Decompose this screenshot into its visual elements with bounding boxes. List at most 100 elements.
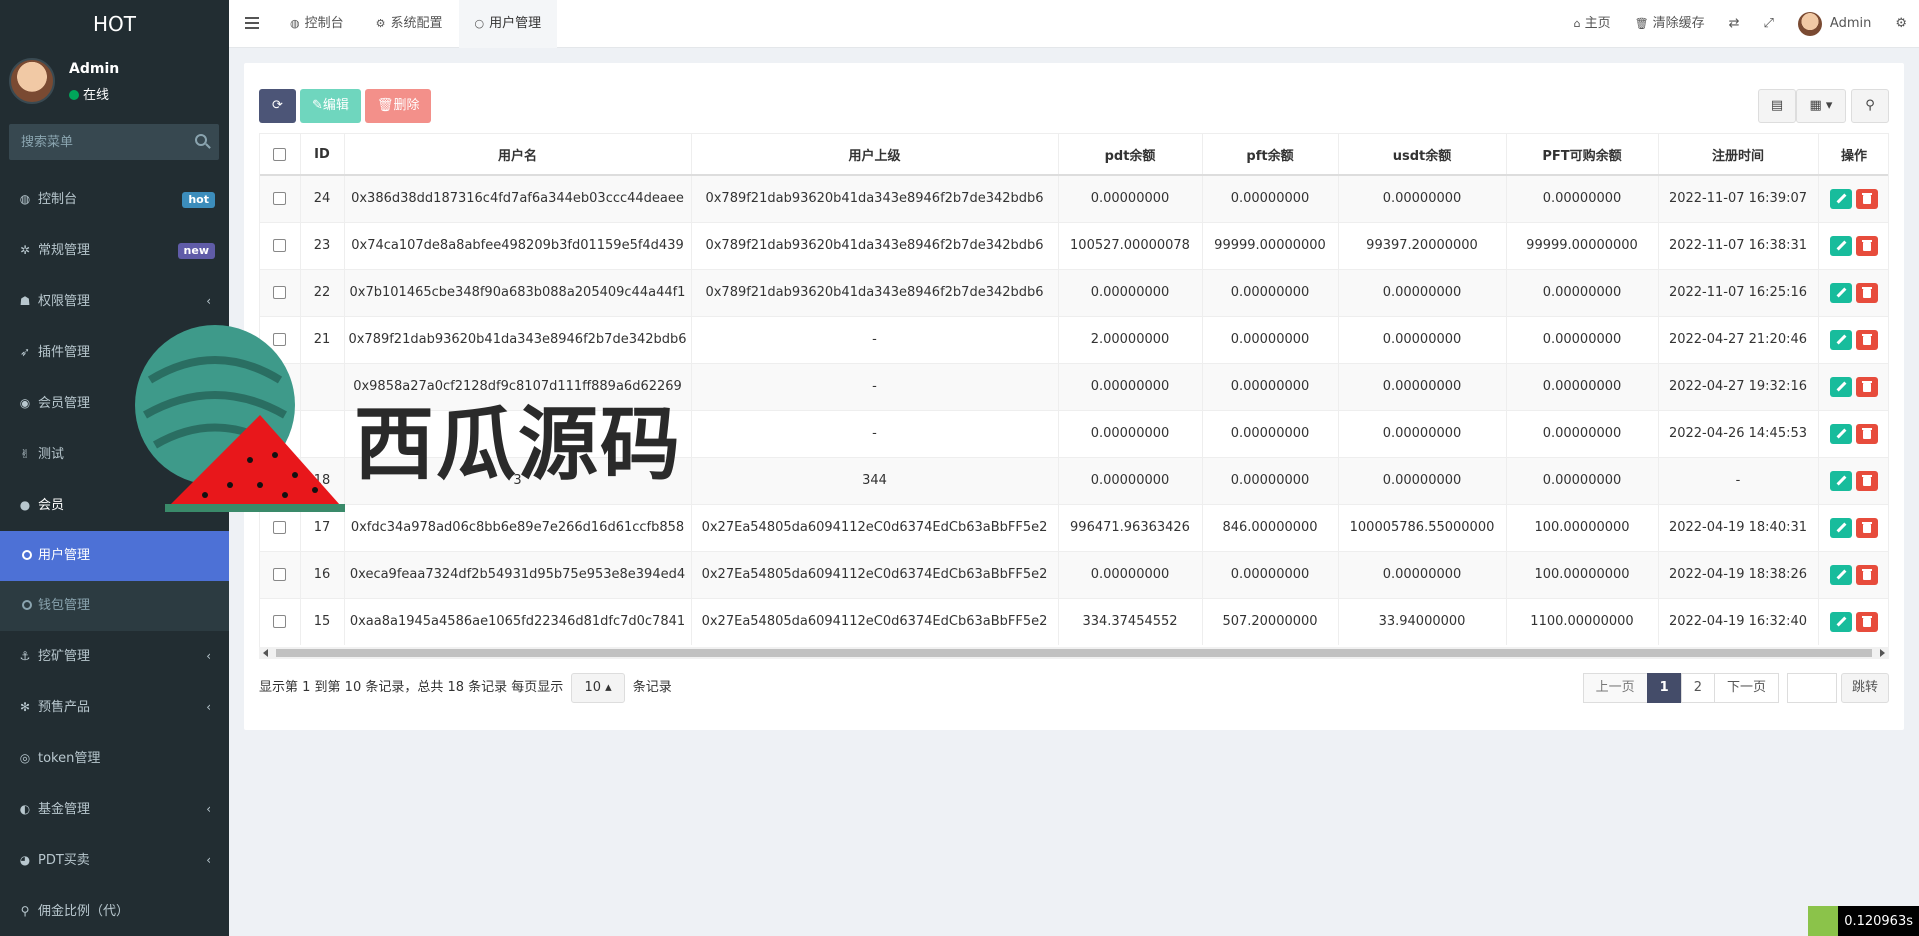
table-row[interactable]: 18 3 344 0.00000000 0.00000000 0.00000000 0.00… <box>260 456 1888 504</box>
sidebar-item-wallet-manage[interactable]: 钱包管理 <box>0 581 229 631</box>
checkbox[interactable] <box>273 380 287 393</box>
table-row[interactable]: 17 0xfdc34a978ad06c8bb6e89e7e266d16d61ccf… <box>260 503 1888 551</box>
fullscreen-button[interactable]: ⤢ <box>1752 0 1786 48</box>
row-delete-button[interactable] <box>1856 235 1878 256</box>
row-delete-button[interactable] <box>1856 376 1878 397</box>
sidebar-item-member-manage[interactable]: ◉ 会员管理 <box>0 378 229 429</box>
clear-cache-button[interactable]: 🗑 清除缓存 <box>1623 0 1717 48</box>
row-delete-button[interactable] <box>1856 188 1878 209</box>
table-row[interactable]: -0.00000000 0.00000000 0.00000000 0.0000000… <box>260 409 1888 457</box>
checkbox[interactable] <box>273 568 287 581</box>
prev-page-button[interactable]: 上一页 <box>1582 673 1648 703</box>
row-edit-button[interactable] <box>1830 188 1852 209</box>
row-edit-button[interactable] <box>1830 611 1852 632</box>
app-logo[interactable]: HOT <box>0 0 229 48</box>
settings-button[interactable]: ⚙ <box>1883 0 1919 48</box>
col-parent[interactable]: 用户上级 <box>691 134 1059 176</box>
row-edit-button[interactable] <box>1830 235 1852 256</box>
search-toggle-button[interactable]: ⚲ <box>1851 89 1889 123</box>
col-register-time[interactable]: 注册时间 <box>1658 134 1819 176</box>
col-pft-available[interactable]: PFT可购余额 <box>1506 134 1659 176</box>
row-delete-button[interactable] <box>1856 517 1878 538</box>
horizontal-scrollbar[interactable] <box>259 647 1889 659</box>
sidebar-item-pdt-trade[interactable]: ◕ PDT买卖 ‹ <box>0 835 229 886</box>
table-row[interactable]: 21 0x789f21dab93620b41da343e8946f2b7de342… <box>260 315 1888 363</box>
sidebar-item-member[interactable]: ● 会员 ⌄ <box>0 480 229 531</box>
checkbox[interactable] <box>273 333 287 346</box>
tab-system-config[interactable]: ⚙ 系统配置 <box>360 0 459 48</box>
scroll-right-icon[interactable] <box>1880 649 1885 657</box>
checkbox[interactable] <box>273 427 287 440</box>
checkbox[interactable] <box>273 474 287 487</box>
sidebar-item-test[interactable]: ✌ 测试 <box>0 429 229 480</box>
toggle-view-button[interactable]: ▤ <box>1758 89 1796 123</box>
home-link[interactable]: ⌂ 主页 <box>1562 0 1623 48</box>
select-all[interactable] <box>260 134 301 176</box>
row-delete-button[interactable] <box>1856 611 1878 632</box>
row-delete-button[interactable] <box>1856 282 1878 303</box>
sidebar-item-fund[interactable]: ◐ 基金管理 ‹ <box>0 784 229 835</box>
row-edit-button[interactable] <box>1830 329 1852 350</box>
row-select[interactable] <box>260 597 301 645</box>
sidebar-item-token[interactable]: ◎ token管理 <box>0 733 229 784</box>
next-page-button[interactable]: 下一页 <box>1713 673 1779 703</box>
row-edit-button[interactable] <box>1830 282 1852 303</box>
columns-button[interactable]: ▦ ▾ <box>1796 89 1846 123</box>
page-1-button[interactable]: 1 <box>1646 673 1682 703</box>
row-edit-button[interactable] <box>1830 423 1852 444</box>
checkbox[interactable] <box>273 615 287 629</box>
col-pft[interactable]: pft余额 <box>1202 134 1339 176</box>
row-select[interactable] <box>260 315 301 363</box>
table-row[interactable]: 15 0xaa8a1945a4586ae1065fd22346d81dfc7d0c… <box>260 597 1888 645</box>
checkbox[interactable] <box>273 521 287 534</box>
sidebar-item-dashboard[interactable]: ◍ 控制台 hot <box>0 174 229 225</box>
row-edit-button[interactable] <box>1830 470 1852 491</box>
row-edit-button[interactable] <box>1830 517 1852 538</box>
menu-search-input[interactable] <box>9 124 219 160</box>
row-select[interactable] <box>260 409 301 457</box>
row-delete-button[interactable] <box>1856 564 1878 585</box>
row-select[interactable] <box>260 221 301 269</box>
row-delete-button[interactable] <box>1856 423 1878 444</box>
sidebar-item-user-manage[interactable]: 用户管理 <box>0 531 229 581</box>
refresh-button[interactable]: ⟳ <box>259 89 296 123</box>
row-edit-button[interactable] <box>1830 564 1852 585</box>
jump-button[interactable]: 跳转 <box>1840 673 1889 703</box>
row-select[interactable] <box>260 550 301 598</box>
row-select[interactable] <box>260 268 301 316</box>
tab-dashboard[interactable]: ◍ 控制台 <box>274 0 360 48</box>
table-row[interactable]: 22 0x7b101465cbe348f90a683b088a205409c44a… <box>260 268 1888 316</box>
scroll-thumb[interactable] <box>276 649 1872 657</box>
sidebar-item-presale[interactable]: ✻ 预售产品 ‹ <box>0 682 229 733</box>
menu-toggle-icon[interactable] <box>245 17 259 29</box>
sidebar-item-addon[interactable]: ➶ 插件管理 <box>0 327 229 378</box>
scroll-left-icon[interactable] <box>263 649 268 657</box>
jump-page-input[interactable] <box>1786 673 1837 703</box>
language-button[interactable]: ⇄ <box>1717 0 1752 48</box>
table-row[interactable]: 24 0x386d38dd187316c4fd7af6a344eb03ccc44d… <box>260 174 1888 222</box>
admin-menu[interactable]: Admin <box>1786 0 1883 48</box>
row-select[interactable] <box>260 456 301 504</box>
row-select[interactable] <box>260 362 301 410</box>
sidebar-item-commission[interactable]: ⚲ 佣金比例（代） <box>0 886 229 936</box>
table-row[interactable]: 23 0x74ca107de8a8abfee498209b3fd01159e5f4… <box>260 221 1888 269</box>
table-row[interactable]: 0x9858a27a0cf2128df9c8107d111ff889a6d622… <box>260 362 1888 410</box>
tab-user-manage[interactable]: ○ 用户管理 <box>458 0 558 48</box>
checkbox[interactable] <box>273 239 287 252</box>
row-delete-button[interactable] <box>1856 329 1878 350</box>
row-edit-button[interactable] <box>1830 376 1852 397</box>
delete-button[interactable]: 🗑删除 <box>364 89 432 123</box>
checkbox[interactable] <box>273 192 287 206</box>
row-select[interactable] <box>260 503 301 551</box>
sidebar-item-mining[interactable]: ⚓ 挖矿管理 ‹ <box>0 631 229 682</box>
edit-button[interactable]: ✎编辑 <box>300 89 361 123</box>
col-pdt[interactable]: pdt余额 <box>1058 134 1203 176</box>
checkbox[interactable] <box>273 147 287 161</box>
col-id[interactable]: ID <box>300 134 345 176</box>
sidebar-item-auth[interactable]: ☗ 权限管理 ‹ <box>0 276 229 327</box>
table-row[interactable]: 16 0xeca9feaa7324df2b54931d95b75e953e8e39… <box>260 550 1888 598</box>
search-icon[interactable] <box>195 134 207 146</box>
row-delete-button[interactable] <box>1856 470 1878 491</box>
page-size-select[interactable]: 10 ▴ <box>571 673 625 703</box>
sidebar-item-general[interactable]: ✲ 常规管理 new <box>0 225 229 276</box>
